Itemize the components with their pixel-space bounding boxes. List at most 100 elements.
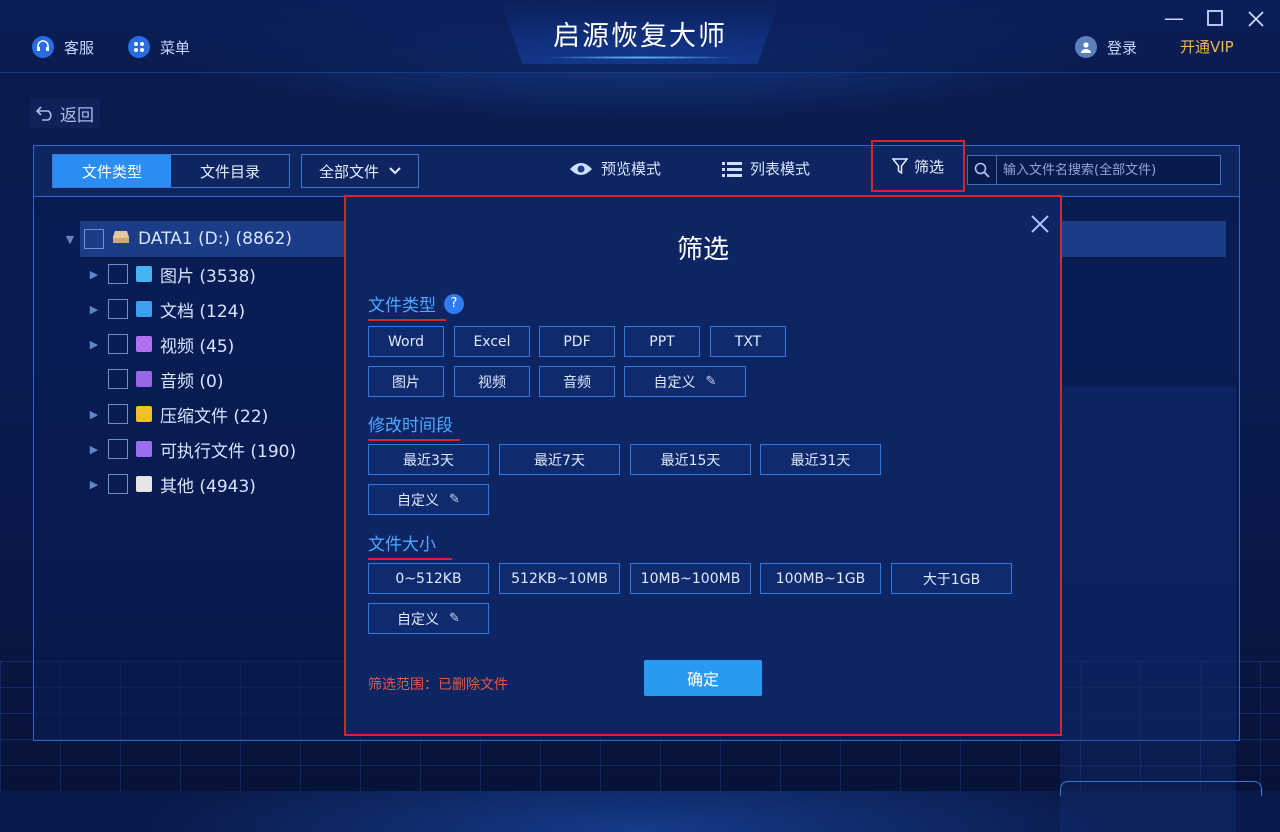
option-excel[interactable]: Excel [454,326,530,357]
option-last-15-days[interactable]: 最近15天 [630,444,751,475]
expand-right-icon[interactable]: ▶ [88,338,100,351]
checkbox[interactable] [84,229,104,249]
option-videos[interactable]: 视频 [454,366,530,397]
menu-button[interactable]: 菜单 [128,36,190,58]
tree-item-label: 文档 (124) [160,301,246,322]
title-glow [540,56,740,59]
option-custom-time[interactable]: 自定义 ✎ [368,484,489,515]
preview-mode-button[interactable]: 预览模式 [569,158,661,179]
option-custom-size[interactable]: 自定义 ✎ [368,603,489,634]
login-button[interactable]: 登录 [1075,36,1137,58]
file-scope-dropdown[interactable]: 全部文件 [301,154,419,188]
back-arrow-icon [36,106,52,121]
expand-right-icon[interactable]: ▶ [88,443,100,456]
checkbox[interactable] [108,369,128,389]
filter-button[interactable]: 筛选 [871,140,965,192]
option-size-10mb-100mb[interactable]: 10MB~100MB [630,563,751,594]
expand-down-icon[interactable]: ▼ [64,233,76,246]
option-custom-type[interactable]: 自定义 ✎ [624,366,746,397]
tree-item-label: 音频 (0) [160,371,224,392]
tree-item-documents[interactable]: ▶ 文档 (124) [88,294,245,324]
image-icon [136,266,152,282]
minimize-icon[interactable]: — [1160,6,1188,30]
checkbox[interactable] [108,334,128,354]
option-size-0-512kb[interactable]: 0~512KB [368,563,489,594]
section-file-type: 文件类型 ? [368,291,464,321]
filter-icon [891,158,908,174]
archive-icon [136,406,152,422]
option-last-7-days[interactable]: 最近7天 [499,444,620,475]
tree-item-archives[interactable]: ▶ 压缩文件 (22) [88,399,268,429]
chevron-down-icon [389,167,401,175]
content-area [1060,386,1236,832]
title-bar: 启源恢复大师 客服 菜单 登录 开通VIP — [0,0,1280,73]
option-txt[interactable]: TXT [710,326,786,357]
option-last-3-days[interactable]: 最近3天 [368,444,489,475]
tab-file-directory[interactable]: 文件目录 [171,155,289,187]
service-button[interactable]: 客服 [32,36,94,58]
option-size-100mb-1gb[interactable]: 100MB~1GB [760,563,881,594]
close-window-icon[interactable] [1242,6,1270,33]
document-icon [136,301,152,317]
checkbox[interactable] [108,264,128,284]
user-avatar-icon [1075,36,1097,58]
checkbox[interactable] [108,404,128,424]
expand-right-icon[interactable]: ▶ [88,268,100,281]
checkbox[interactable] [108,299,128,319]
option-size-512kb-10mb[interactable]: 512KB~10MB [499,563,620,594]
checkbox[interactable] [108,439,128,459]
search-box [967,155,1221,185]
custom-label: 自定义 [397,492,440,509]
tree-item-videos[interactable]: ▶ 视频 (45) [88,329,234,359]
executable-icon [136,441,152,457]
search-icon[interactable] [968,156,997,184]
option-word[interactable]: Word [368,326,444,357]
tree-item-label: 视频 (45) [160,336,235,357]
red-underline [368,319,446,321]
confirm-button[interactable]: 确定 [644,660,762,696]
tree-root-label: DATA1 (D:) (8862) [138,229,293,249]
tree-item-other[interactable]: ▶ 其他 (4943) [88,469,256,499]
expand-right-icon[interactable]: ▶ [88,408,100,421]
service-label: 客服 [64,38,95,57]
tree-item-executables[interactable]: ▶ 可执行文件 (190) [88,434,296,464]
pencil-icon: ✎ [449,611,460,626]
close-icon[interactable] [1028,211,1052,239]
filter-label: 筛选 [913,157,944,176]
expand-right-icon[interactable]: ▶ [88,478,100,491]
expand-right-icon[interactable]: ▶ [88,303,100,316]
other-file-icon [136,476,152,492]
dropdown-value: 全部文件 [318,162,379,181]
toolbar: 文件类型 文件目录 全部文件 预览模式 列表模式 筛选 [34,140,1239,197]
tree-item-label: 压缩文件 (22) [160,406,269,427]
list-icon [722,161,742,177]
tab-file-type[interactable]: 文件类型 [53,155,171,187]
help-icon[interactable]: ? [444,293,464,314]
option-ppt[interactable]: PPT [624,326,700,357]
option-images[interactable]: 图片 [368,366,444,397]
audio-icon [136,371,152,387]
option-pdf[interactable]: PDF [539,326,615,357]
back-button[interactable]: 返回 [30,98,100,128]
view-tabs: 文件类型 文件目录 [52,154,290,188]
tree-item-audio[interactable]: 音频 (0) [88,364,223,394]
option-audio[interactable]: 音频 [539,366,615,397]
tree-item-images[interactable]: ▶ 图片 (3538) [88,259,256,289]
tree-item-label: 图片 (3538) [160,266,256,287]
pencil-icon: ✎ [449,492,460,507]
section-heading: 文件类型 [368,296,436,316]
section-file-size: 文件大小 [368,530,452,560]
tree-root-row[interactable]: ▼ DATA1 (D:) (8862) [64,224,292,254]
option-last-31-days[interactable]: 最近31天 [760,444,881,475]
search-input[interactable] [997,161,1215,179]
checkbox[interactable] [108,474,128,494]
tree-item-label: 可执行文件 (190) [160,441,297,462]
pencil-icon: ✎ [705,374,717,389]
vip-button[interactable]: 开通VIP [1180,36,1234,57]
custom-label: 自定义 [653,374,696,391]
maximize-icon[interactable] [1201,6,1229,31]
eye-icon [570,162,592,175]
list-mode-button[interactable]: 列表模式 [722,158,810,179]
menu-label: 菜单 [160,38,191,57]
option-size-over-1gb[interactable]: 大于1GB [891,563,1012,594]
